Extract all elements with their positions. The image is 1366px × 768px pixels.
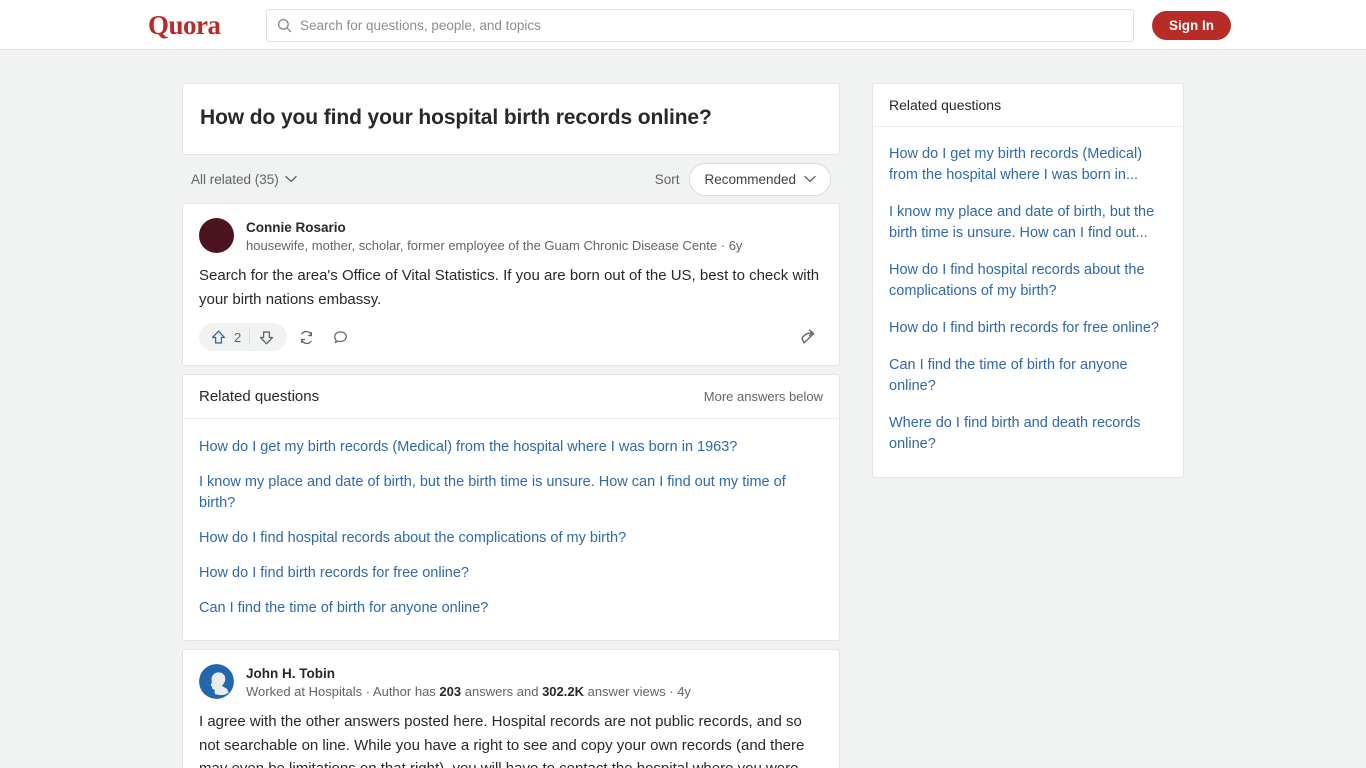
- repost-icon: [300, 330, 312, 344]
- credential-prefix: Worked at Hospitals · Author has: [246, 684, 440, 699]
- sidebar-item-related-question[interactable]: Where do I find birth and death records …: [889, 405, 1167, 463]
- answer-actions-left: 2: [199, 323, 355, 351]
- credential-suffix: answer views ·: [583, 684, 678, 699]
- all-related-filter[interactable]: All related (35): [191, 172, 297, 187]
- sidebar-item-related-question[interactable]: How do I get my birth records (Medical) …: [889, 136, 1167, 194]
- chevron-down-icon: [285, 175, 297, 183]
- answer-actions: 2: [199, 317, 823, 357]
- more-answers-below-link[interactable]: More answers below: [704, 389, 823, 404]
- answer-age: 6y: [728, 238, 743, 253]
- downvote-button[interactable]: [250, 329, 283, 346]
- answer-card: Connie Rosario housewife, mother, schola…: [182, 203, 840, 366]
- list-item[interactable]: I know my place and date of birth, but t…: [199, 465, 823, 521]
- author-meta: Connie Rosario housewife, mother, schola…: [246, 218, 742, 255]
- credential-separator: ·: [717, 238, 729, 253]
- sign-in-button[interactable]: Sign In: [1152, 11, 1231, 40]
- answer-filter-row: All related (35) Sort Recommended: [182, 155, 840, 203]
- sidebar-item-related-question[interactable]: How do I find birth records for free onl…: [889, 310, 1167, 347]
- page-title: How do you find your hospital birth reco…: [200, 106, 712, 129]
- sort-dropdown-value: Recommended: [704, 171, 796, 187]
- share-button[interactable]: [793, 323, 823, 351]
- share-icon: [801, 329, 815, 344]
- author-meta: John H. Tobin Worked at Hospitals · Auth…: [246, 664, 691, 701]
- inline-related-list: How do I get my birth records (Medical) …: [183, 419, 839, 640]
- credential-answers-count: 203: [439, 684, 462, 699]
- person-avatar-icon: [199, 664, 234, 699]
- answer-body: Search for the area's Office of Vital St…: [199, 267, 820, 308]
- author-name[interactable]: Connie Rosario: [246, 219, 742, 236]
- sidebar-related-list: How do I get my birth records (Medical) …: [873, 127, 1183, 477]
- inline-related-questions-card: Related questions More answers below How…: [182, 374, 840, 641]
- inline-related-title: Related questions: [199, 388, 320, 405]
- comment-button[interactable]: [325, 323, 355, 351]
- sort-controls: Sort Recommended: [654, 162, 831, 196]
- upvote-button[interactable]: 2: [203, 329, 249, 346]
- answer-author: John H. Tobin Worked at Hospitals · Auth…: [199, 664, 823, 701]
- question-header-card: How do you find your hospital birth reco…: [182, 83, 840, 155]
- list-item[interactable]: Can I find the time of birth for anyone …: [199, 591, 823, 626]
- main-column: How do you find your hospital birth reco…: [182, 83, 840, 768]
- sort-label: Sort: [654, 171, 680, 187]
- sidebar-column: Related questions How do I get my birth …: [872, 83, 1184, 478]
- list-item[interactable]: How do I find hospital records about the…: [199, 521, 823, 556]
- answer-author: Connie Rosario housewife, mother, schola…: [199, 218, 823, 255]
- sidebar-related-questions-card: Related questions How do I get my birth …: [872, 83, 1184, 478]
- upvote-count: 2: [234, 329, 242, 345]
- comment-icon: [333, 330, 347, 343]
- sidebar-item-related-question[interactable]: How do I find hospital records about the…: [889, 252, 1167, 310]
- chevron-down-icon: [804, 175, 816, 183]
- search-input[interactable]: [300, 18, 1123, 33]
- inline-related-header: Related questions More answers below: [183, 375, 839, 419]
- list-item[interactable]: How do I find birth records for free onl…: [199, 556, 823, 591]
- sidebar-title: Related questions: [873, 84, 1183, 127]
- content-layout: How do you find your hospital birth reco…: [182, 83, 1184, 768]
- search-bar[interactable]: [266, 9, 1134, 42]
- downvote-icon: [260, 330, 274, 344]
- all-related-label: All related (35): [191, 171, 279, 187]
- author-name[interactable]: John H. Tobin: [246, 665, 691, 682]
- quora-logo[interactable]: Quora: [148, 9, 221, 41]
- author-credential: housewife, mother, scholar, former emplo…: [246, 236, 742, 255]
- answer-card: John H. Tobin Worked at Hospitals · Auth…: [182, 649, 840, 768]
- answer-age: 4y: [677, 684, 691, 699]
- sort-dropdown[interactable]: Recommended: [689, 162, 831, 196]
- search-icon: [277, 18, 292, 33]
- credential-views-count: 302.2K: [542, 684, 584, 699]
- vote-pill: 2: [199, 323, 288, 351]
- avatar[interactable]: [199, 664, 234, 699]
- avatar[interactable]: [199, 218, 234, 253]
- credential-middle: answers and: [461, 684, 543, 699]
- sidebar-item-related-question[interactable]: Can I find the time of birth for anyone …: [889, 347, 1167, 405]
- repost-button[interactable]: [291, 323, 321, 351]
- top-navigation-bar: Quora Sign In: [0, 0, 1366, 50]
- credential-text: housewife, mother, scholar, former emplo…: [246, 238, 718, 253]
- author-credential: Worked at Hospitals · Author has 203 ans…: [246, 682, 691, 701]
- page-body: How do you find your hospital birth reco…: [0, 50, 1366, 768]
- upvote-icon: [211, 330, 226, 344]
- list-item[interactable]: How do I get my birth records (Medical) …: [199, 430, 823, 465]
- answer-body: I agree with the other answers posted he…: [199, 710, 823, 768]
- sidebar-item-related-question[interactable]: I know my place and date of birth, but t…: [889, 194, 1167, 252]
